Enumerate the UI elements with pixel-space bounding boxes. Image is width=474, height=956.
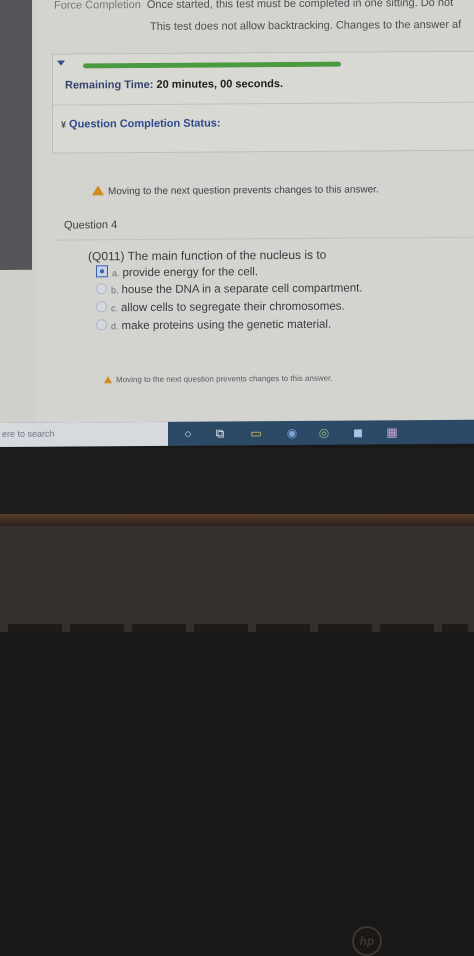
question-title: Question 4 <box>64 219 118 232</box>
keyboard-key-row <box>8 624 468 632</box>
browser-screen: Force Completion Once started, this test … <box>0 0 474 429</box>
option-letter: b. <box>111 285 119 296</box>
laptop-bezel: hp <box>0 448 474 956</box>
radio-button-b[interactable] <box>96 283 107 295</box>
question-divider <box>56 236 474 241</box>
radio-button-a[interactable] <box>96 265 108 278</box>
task-view-icon[interactable]: ⧉ <box>212 425 228 441</box>
answer-option-c[interactable]: c. allow cells to segregate their chromos… <box>96 300 345 315</box>
navigation-warning: Moving to the next question prevents cha… <box>92 183 379 197</box>
timer-progress-bar <box>83 61 341 69</box>
file-explorer-icon[interactable]: ▭ <box>248 425 264 441</box>
course-menu-rail <box>0 0 32 271</box>
timer-progress-fill <box>83 61 341 69</box>
navigation-warning-bottom: Moving to the next question prevents cha… <box>104 374 333 385</box>
option-text: provide energy for the cell. <box>122 266 259 280</box>
remaining-time-label: Remaining Time: <box>65 78 154 92</box>
warning-icon <box>104 376 112 384</box>
option-text: house the DNA in a separate cell compart… <box>121 282 363 297</box>
warning-icon <box>92 185 104 196</box>
force-completion-label: Force Completion <box>54 0 141 12</box>
laptop-keyboard <box>0 526 474 632</box>
answer-option-a[interactable]: a. provide energy for the cell. <box>96 264 258 279</box>
taskbar-search-text: ere to search <box>2 428 55 439</box>
info-divider <box>53 101 474 106</box>
app-icon[interactable]: ◼ <box>350 424 366 440</box>
option-letter: d. <box>111 321 119 332</box>
completion-status-label: Question Completion Status: <box>69 117 221 131</box>
radio-button-c[interactable] <box>96 301 107 313</box>
windows-taskbar: ere to search ○ ⧉ ▭ ◉ ◎ ◼ ▦ <box>0 419 474 447</box>
option-letter: a. <box>112 268 120 279</box>
test-info-box: Remaining Time: 20 minutes, 00 seconds. … <box>52 50 474 154</box>
backtracking-notice: This test does not allow backtracking. C… <box>150 18 462 33</box>
remaining-time: Remaining Time: 20 minutes, 00 seconds. <box>65 78 283 92</box>
browser-icon[interactable]: ◉ <box>284 425 300 441</box>
laptop-hinge <box>0 514 474 526</box>
option-text: allow cells to segregate their chromosom… <box>121 300 345 315</box>
expand-chevron-icon: ¥ <box>61 119 67 130</box>
navigation-warning-text: Moving to the next question prevents cha… <box>108 184 379 198</box>
remaining-time-value: 20 minutes, 00 seconds. <box>156 78 284 91</box>
answer-option-b[interactable]: b. house the DNA in a separate cell compa… <box>96 281 363 296</box>
taskbar-search-box[interactable]: ere to search <box>0 421 168 447</box>
radio-button-d[interactable] <box>96 319 107 331</box>
app-icon-2[interactable]: ▦ <box>384 424 400 440</box>
force-completion-text: Once started, this test must be complete… <box>146 0 454 11</box>
hp-logo-icon: hp <box>352 926 382 956</box>
force-completion-row: Force Completion Once started, this test … <box>54 0 453 12</box>
question-completion-status[interactable]: ¥ Question Completion Status: <box>61 117 221 130</box>
question-text: (Q011) The main function of the nucleus … <box>88 247 327 264</box>
test-content: Force Completion Once started, this test … <box>36 0 474 428</box>
navigation-warning-text: Moving to the next question prevents cha… <box>116 373 333 385</box>
option-letter: c. <box>111 303 119 314</box>
answer-option-d[interactable]: d. make proteins using the genetic materi… <box>96 318 331 333</box>
chrome-icon[interactable]: ◎ <box>316 425 332 441</box>
option-text: make proteins using the genetic material… <box>121 318 332 333</box>
collapse-arrow-icon[interactable] <box>57 60 65 66</box>
cortana-icon[interactable]: ○ <box>180 426 196 442</box>
